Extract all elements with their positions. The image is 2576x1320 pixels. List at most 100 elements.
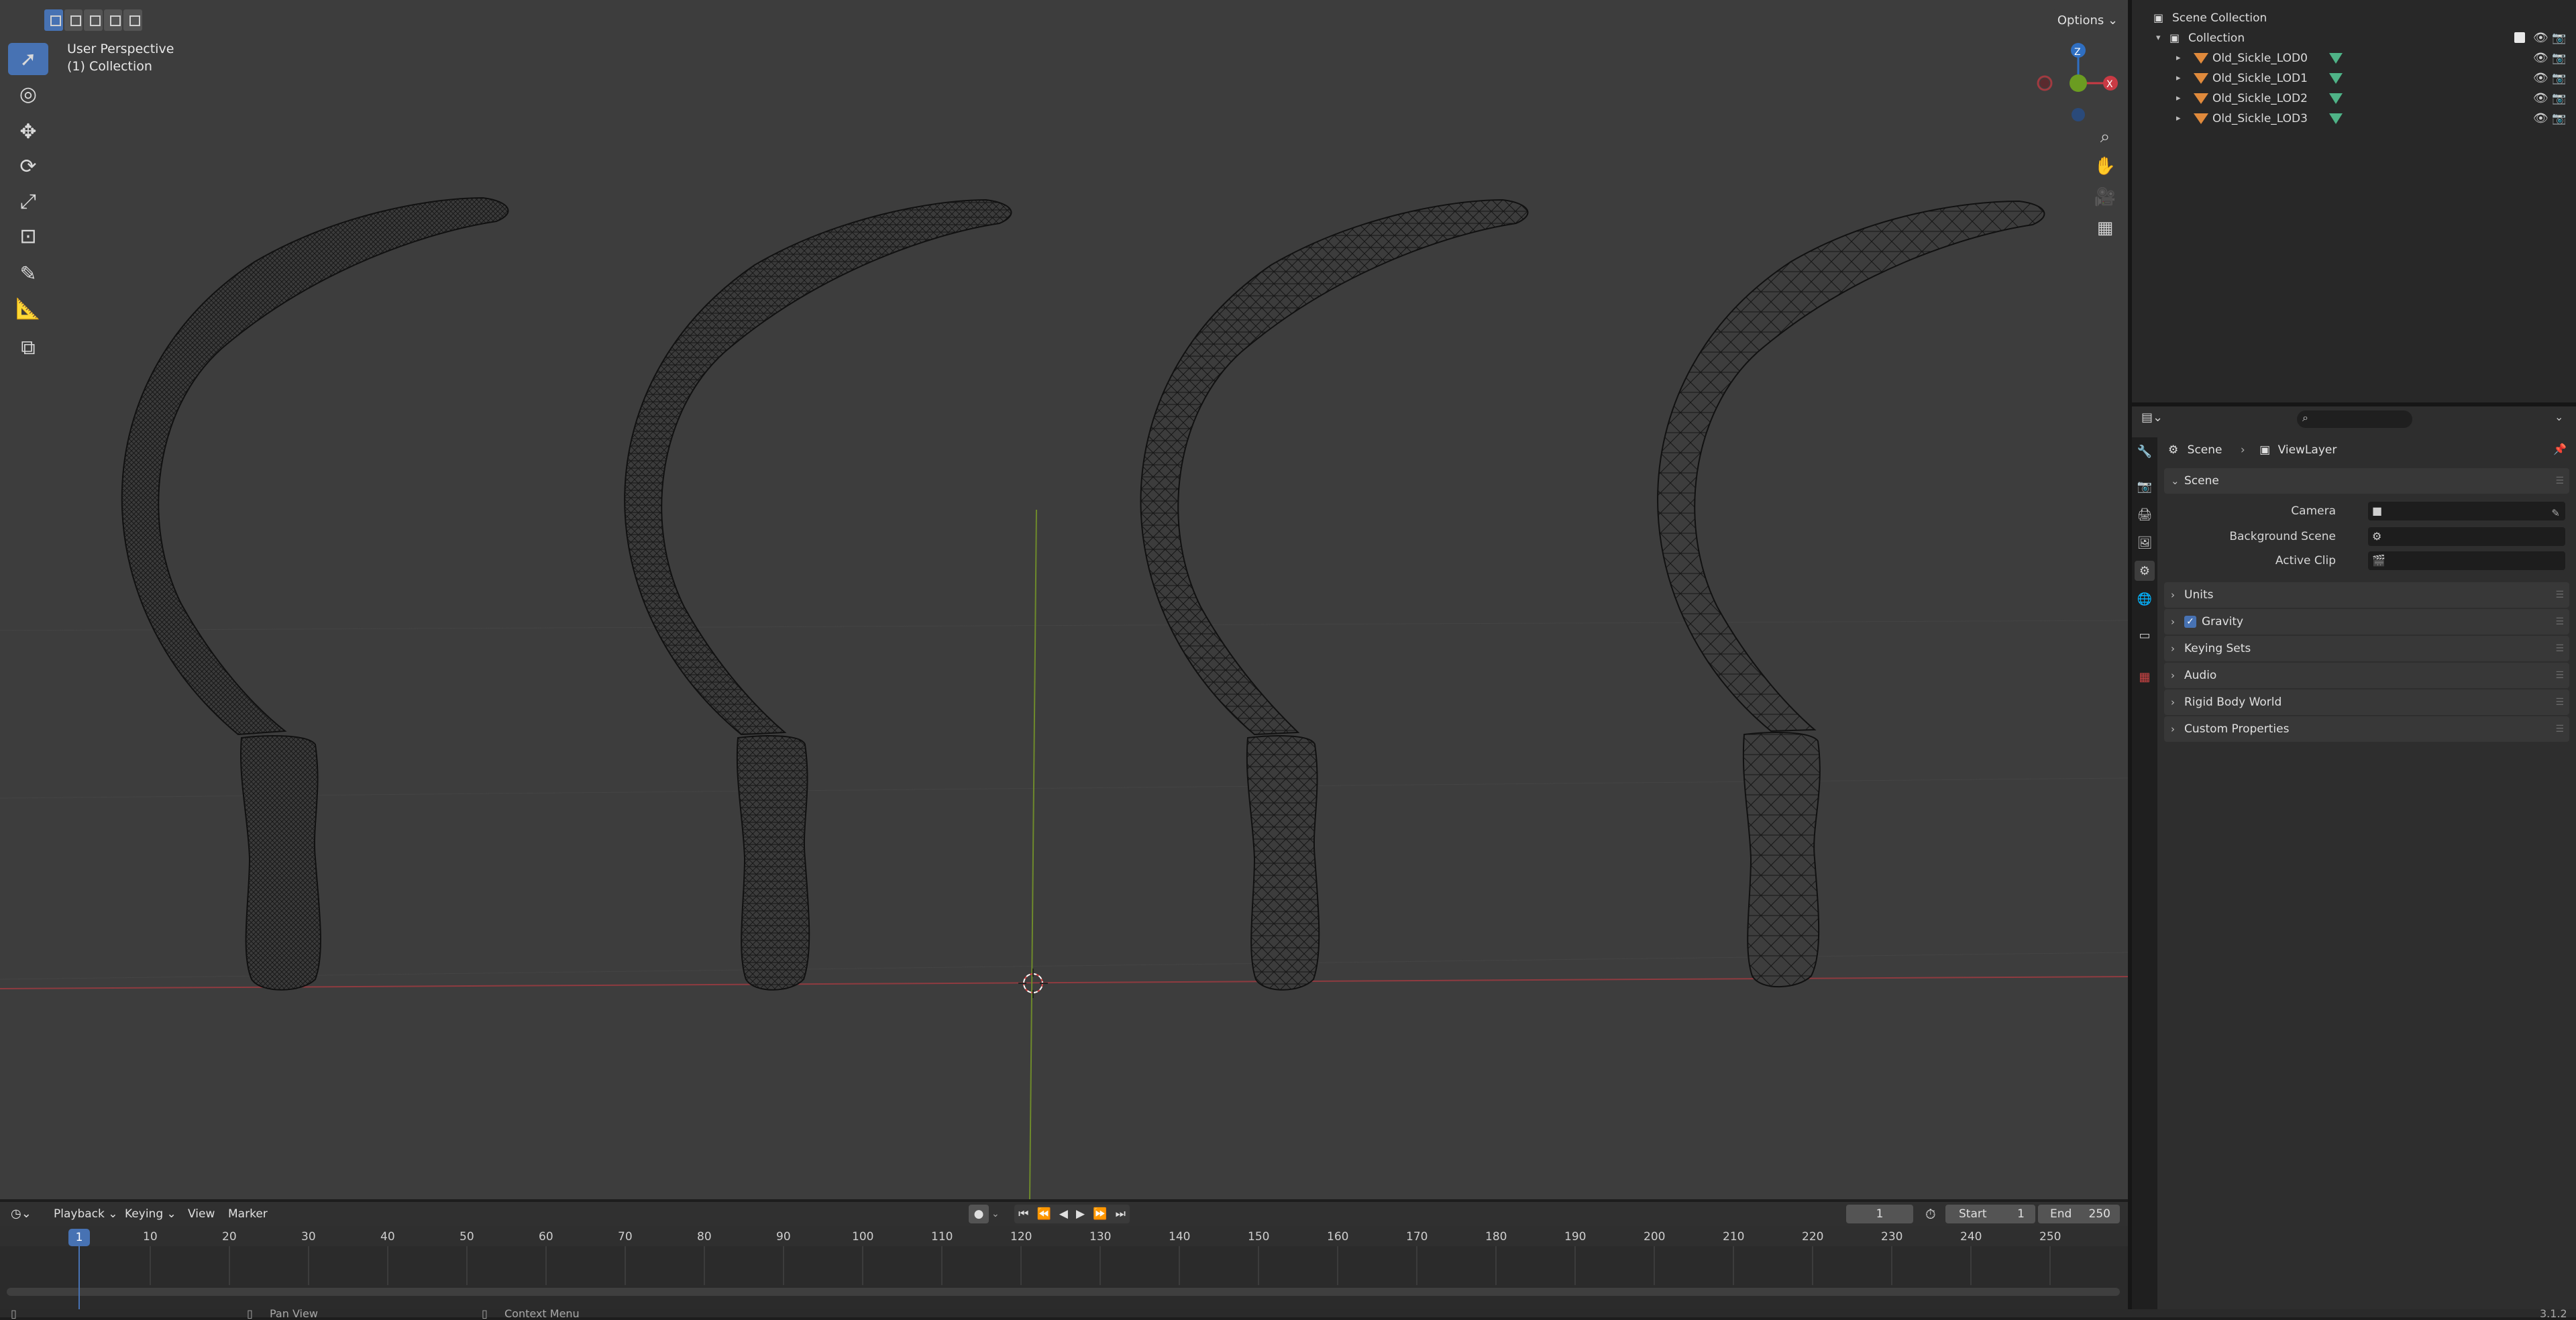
- chevron-down-icon[interactable]: ⌄: [991, 1202, 1000, 1226]
- eye-icon[interactable]: 👁: [2533, 48, 2548, 68]
- exclude-checkbox[interactable]: [2514, 32, 2525, 43]
- camera-icon[interactable]: 📷: [2552, 68, 2566, 89]
- options-dropdown[interactable]: Options ⌄: [2053, 9, 2123, 32]
- texture-tab-icon[interactable]: ▦: [2135, 667, 2155, 687]
- collection-tab-icon[interactable]: ▭: [2135, 625, 2155, 645]
- chevron-right-icon[interactable]: ▸: [2176, 89, 2181, 109]
- playback-controls: ⏮ ⏪ ◀ ▶ ⏩ ⏭: [1014, 1205, 1130, 1223]
- drag-handle-icon[interactable]: ☰: [2555, 609, 2564, 635]
- outliner-item[interactable]: ▸ Old_Sickle_LOD1 👁 📷: [2132, 68, 2576, 89]
- select-extend-icon[interactable]: [64, 9, 83, 31]
- outliner-collection[interactable]: ▾ ▣ Collection 👁 📷: [2132, 28, 2576, 48]
- select-invert-icon[interactable]: [103, 9, 123, 31]
- view-menu[interactable]: View: [188, 1202, 215, 1226]
- playhead-frame-indicator[interactable]: 1: [68, 1229, 90, 1246]
- mesh-data-icon[interactable]: [2329, 73, 2343, 84]
- view-layer-tab-icon[interactable]: 🖼: [2135, 533, 2155, 553]
- 3d-viewport[interactable]: Z X Options ⌄ User Perspective (1) Colle…: [0, 0, 2128, 1199]
- custom-properties-panel-header[interactable]: › Custom Properties ☰: [2164, 716, 2569, 742]
- camera-view-icon[interactable]: 🎥: [2090, 182, 2120, 212]
- end-frame-field[interactable]: End 250: [2038, 1205, 2120, 1223]
- chevron-right-icon[interactable]: ▸: [2176, 48, 2181, 68]
- eye-icon[interactable]: 👁: [2533, 109, 2548, 129]
- cursor-icon[interactable]: ◎: [8, 78, 48, 110]
- mesh-data-icon[interactable]: [2329, 53, 2343, 64]
- move-icon[interactable]: ✥: [8, 115, 48, 148]
- drag-handle-icon[interactable]: ☰: [2555, 468, 2564, 494]
- timeline-scrollbar[interactable]: [7, 1288, 2120, 1296]
- drag-handle-icon[interactable]: ☰: [2555, 716, 2564, 742]
- outliner-item[interactable]: ▸ Old_Sickle_LOD3 👁 📷: [2132, 109, 2576, 129]
- jump-end-icon[interactable]: ⏭: [1116, 1205, 1126, 1223]
- zoom-icon[interactable]: ⌕: [2090, 122, 2120, 152]
- pan-hand-icon[interactable]: ✋: [2090, 152, 2120, 181]
- drag-handle-icon[interactable]: ☰: [2555, 582, 2564, 608]
- gravity-panel-header[interactable]: › ✓ Gravity ☰: [2164, 609, 2569, 635]
- transform-icon[interactable]: ⊡: [8, 220, 48, 252]
- rotate-icon[interactable]: ⟳: [8, 150, 48, 182]
- outliner-item[interactable]: ▸ Old_Sickle_LOD2 👁 📷: [2132, 89, 2576, 109]
- play-reverse-icon[interactable]: ◀: [1059, 1205, 1068, 1223]
- drag-handle-icon[interactable]: ☰: [2555, 690, 2564, 715]
- eye-icon[interactable]: 👁: [2533, 28, 2548, 48]
- mesh-data-icon[interactable]: [2329, 93, 2343, 104]
- keying-sets-panel-header[interactable]: › Keying Sets ☰: [2164, 636, 2569, 661]
- stopwatch-icon[interactable]: ⏱: [1925, 1202, 1936, 1226]
- world-tab-icon[interactable]: 🌐: [2135, 589, 2155, 609]
- outliner-item[interactable]: ▸ Old_Sickle_LOD0 👁 📷: [2132, 48, 2576, 68]
- eyedropper-icon[interactable]: ✎: [2551, 502, 2560, 524]
- rigid-body-world-panel-header[interactable]: › Rigid Body World ☰: [2164, 690, 2569, 715]
- playhead-line[interactable]: [78, 1246, 80, 1309]
- active-clip-field[interactable]: 🎬: [2368, 551, 2565, 570]
- tool-tab-icon[interactable]: 🔧: [2135, 441, 2155, 461]
- editor-type-icon[interactable]: ▤⌄: [2141, 410, 2163, 425]
- clock-editor-icon[interactable]: ◷⌄: [11, 1202, 32, 1226]
- scene-tab-icon[interactable]: ⚙: [2135, 561, 2155, 581]
- drag-handle-icon[interactable]: ☰: [2555, 636, 2564, 661]
- camera-icon[interactable]: 📷: [2552, 28, 2566, 48]
- chevron-down-icon[interactable]: ⌄: [2555, 410, 2563, 423]
- drag-handle-icon[interactable]: ☰: [2555, 663, 2564, 688]
- units-panel-header[interactable]: › Units ☰: [2164, 582, 2569, 608]
- jump-keyframe-forward-icon[interactable]: ⏩: [1093, 1205, 1107, 1223]
- playback-menu[interactable]: Playback ⌄: [54, 1202, 118, 1226]
- selection-mode-group[interactable]: [44, 9, 142, 31]
- camera-icon[interactable]: 📷: [2552, 48, 2566, 68]
- output-tab-icon[interactable]: 🖨: [2135, 504, 2155, 525]
- pin-icon[interactable]: 📌: [2553, 443, 2567, 455]
- eye-icon[interactable]: 👁: [2533, 89, 2548, 109]
- add-cube-icon[interactable]: ⧉: [8, 331, 48, 364]
- play-icon[interactable]: ▶: [1076, 1205, 1085, 1223]
- outliner-scene-collection[interactable]: ▣ Scene Collection: [2132, 8, 2576, 28]
- current-frame-field[interactable]: 1: [1846, 1205, 1913, 1223]
- start-frame-field[interactable]: Start 1: [1945, 1205, 2035, 1223]
- camera-icon[interactable]: 📷: [2552, 109, 2566, 129]
- options-label: Options: [2057, 13, 2104, 28]
- select-new-icon[interactable]: [44, 9, 63, 31]
- gravity-checkbox[interactable]: ✓: [2184, 616, 2196, 628]
- jump-keyframe-back-icon[interactable]: ⏪: [1037, 1205, 1051, 1223]
- eye-icon[interactable]: 👁: [2533, 68, 2548, 89]
- ortho-grid-icon[interactable]: ▦: [2090, 213, 2120, 243]
- background-scene-field[interactable]: ⚙: [2368, 527, 2565, 546]
- properties-search-input[interactable]: ⌕: [2297, 410, 2412, 428]
- audio-panel-header[interactable]: › Audio ☰: [2164, 663, 2569, 688]
- jump-start-icon[interactable]: ⏮: [1018, 1205, 1028, 1223]
- select-intersect-icon[interactable]: [123, 9, 142, 31]
- render-tab-icon[interactable]: 📷: [2135, 476, 2155, 496]
- record-icon[interactable]: ●: [969, 1205, 989, 1223]
- select-box-icon[interactable]: ➚: [8, 43, 48, 75]
- mesh-data-icon[interactable]: [2329, 113, 2343, 124]
- measure-icon[interactable]: 📐: [8, 292, 48, 325]
- select-subtract-icon[interactable]: [84, 9, 103, 31]
- scale-icon[interactable]: ⤢: [8, 185, 48, 217]
- chevron-right-icon[interactable]: ▸: [2176, 68, 2181, 89]
- scene-panel-header[interactable]: ⌄ Scene ☰: [2164, 468, 2569, 494]
- marker-menu[interactable]: Marker: [228, 1202, 268, 1226]
- camera-icon[interactable]: 📷: [2552, 89, 2566, 109]
- annotate-icon[interactable]: ✎: [8, 258, 48, 290]
- chevron-down-icon[interactable]: ▾: [2156, 28, 2161, 48]
- keying-menu[interactable]: Keying ⌄: [125, 1202, 176, 1226]
- chevron-right-icon[interactable]: ▸: [2176, 109, 2181, 129]
- camera-field[interactable]: ■ ✎: [2368, 502, 2565, 520]
